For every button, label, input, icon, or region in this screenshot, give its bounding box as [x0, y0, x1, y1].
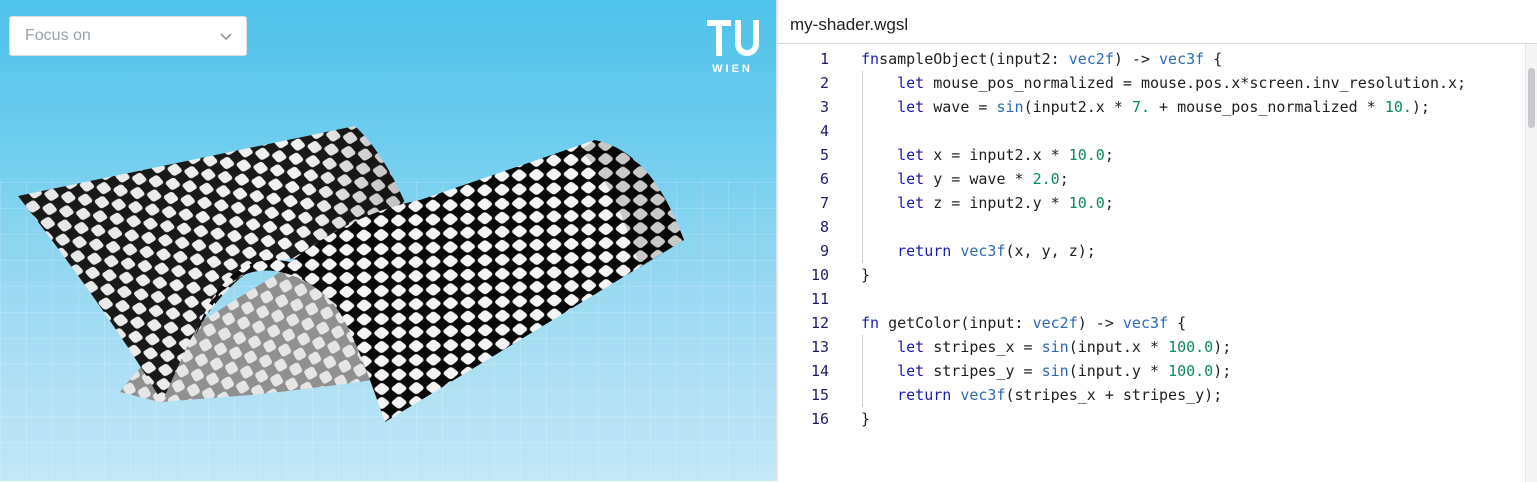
code-line[interactable]: 9 return vec3f(x, y, z); [778, 239, 1518, 263]
code-text: } [861, 266, 871, 284]
line-number: 15 [810, 386, 829, 404]
code-line[interactable]: 3 let wave = sin(input2.x * 7. + mouse_p… [778, 95, 1518, 119]
code-editor-panel: my-shader.wgsl 1 fnsampleObject(input2: v… [776, 0, 1537, 482]
code-line[interactable]: 10} [778, 263, 1518, 287]
code-text: fnsampleObject(input2: vec2f) -> vec3f { [861, 50, 1223, 68]
line-number: 9 [819, 242, 829, 260]
code-line[interactable]: 14 let stripes_y = sin(input.y * 100.0); [778, 359, 1518, 383]
code-text: let mouse_pos_normalized = mouse.pos.x*s… [897, 74, 1467, 92]
line-number: 5 [819, 146, 829, 164]
code-line[interactable]: 8 [778, 215, 1518, 239]
code-line[interactable]: 2 let mouse_pos_normalized = mouse.pos.x… [778, 71, 1518, 95]
code-line[interactable]: 13 let stripes_x = sin(input.x * 100.0); [778, 335, 1518, 359]
code-text: } [861, 410, 871, 428]
code-line[interactable]: 16} [778, 407, 1518, 431]
code-line[interactable]: 1 fnsampleObject(input2: vec2f) -> vec3f … [778, 47, 1518, 71]
code-text: return vec3f(x, y, z); [897, 242, 1096, 260]
code-text: let stripes_y = sin(input.y * 100.0); [897, 362, 1232, 380]
scene-canvas[interactable] [0, 0, 776, 481]
focus-on-dropdown-value: Focus on [25, 27, 91, 44]
code-text: fn getColor(input: vec2f) -> vec3f { [861, 314, 1187, 332]
code-text: let stripes_x = sin(input.x * 100.0); [897, 338, 1232, 356]
code-line[interactable]: 15 return vec3f(stripes_x + stripes_y); [778, 383, 1518, 407]
code-text: return vec3f(stripes_x + stripes_y); [897, 386, 1223, 404]
tab-file-name[interactable]: my-shader.wgsl [790, 15, 908, 35]
chevron-down-icon [220, 33, 232, 41]
code-line[interactable]: 11 [778, 287, 1518, 311]
3d-viewport[interactable]: Focus on WIEN [0, 0, 776, 481]
line-number: 14 [810, 362, 829, 380]
line-number: 4 [819, 122, 829, 140]
line-number: 10 [810, 266, 829, 284]
code-line[interactable]: 7 let z = input2.y * 10.0; [778, 191, 1518, 215]
focus-on-dropdown[interactable]: Focus on [9, 16, 247, 56]
indent-guide [862, 335, 863, 407]
line-number: 16 [810, 410, 829, 428]
code-line[interactable]: 12 fn getColor(input: vec2f) -> vec3f { [778, 311, 1518, 335]
line-number: 13 [810, 338, 829, 356]
line-number: 8 [819, 218, 829, 236]
code-text: let y = wave * 2.0; [897, 170, 1069, 188]
code-text: let z = input2.y * 10.0; [897, 194, 1114, 212]
line-number: 2 [819, 74, 829, 92]
line-number: 12 [810, 314, 829, 332]
line-number: 1 [819, 50, 829, 68]
logo-text-wien: WIEN [712, 63, 753, 75]
code-text: let wave = sin(input2.x * 7. + mouse_pos… [897, 98, 1430, 116]
line-number: 11 [810, 290, 829, 308]
line-number: 7 [819, 194, 829, 212]
line-number: 3 [819, 98, 829, 116]
scrollbar-thumb[interactable] [1528, 68, 1535, 128]
code-line[interactable]: 6 let y = wave * 2.0; [778, 167, 1518, 191]
code-text: let x = input2.x * 10.0; [897, 146, 1114, 164]
code-area[interactable]: 1 fnsampleObject(input2: vec2f) -> vec3f … [778, 43, 1537, 482]
code-line[interactable]: 5 let x = input2.x * 10.0; [778, 143, 1518, 167]
indent-guide [862, 71, 863, 263]
tu-wien-logo: WIEN [702, 15, 763, 75]
line-number: 6 [819, 170, 829, 188]
code-line[interactable]: 4 [778, 119, 1518, 143]
vertical-scrollbar[interactable] [1525, 44, 1537, 482]
